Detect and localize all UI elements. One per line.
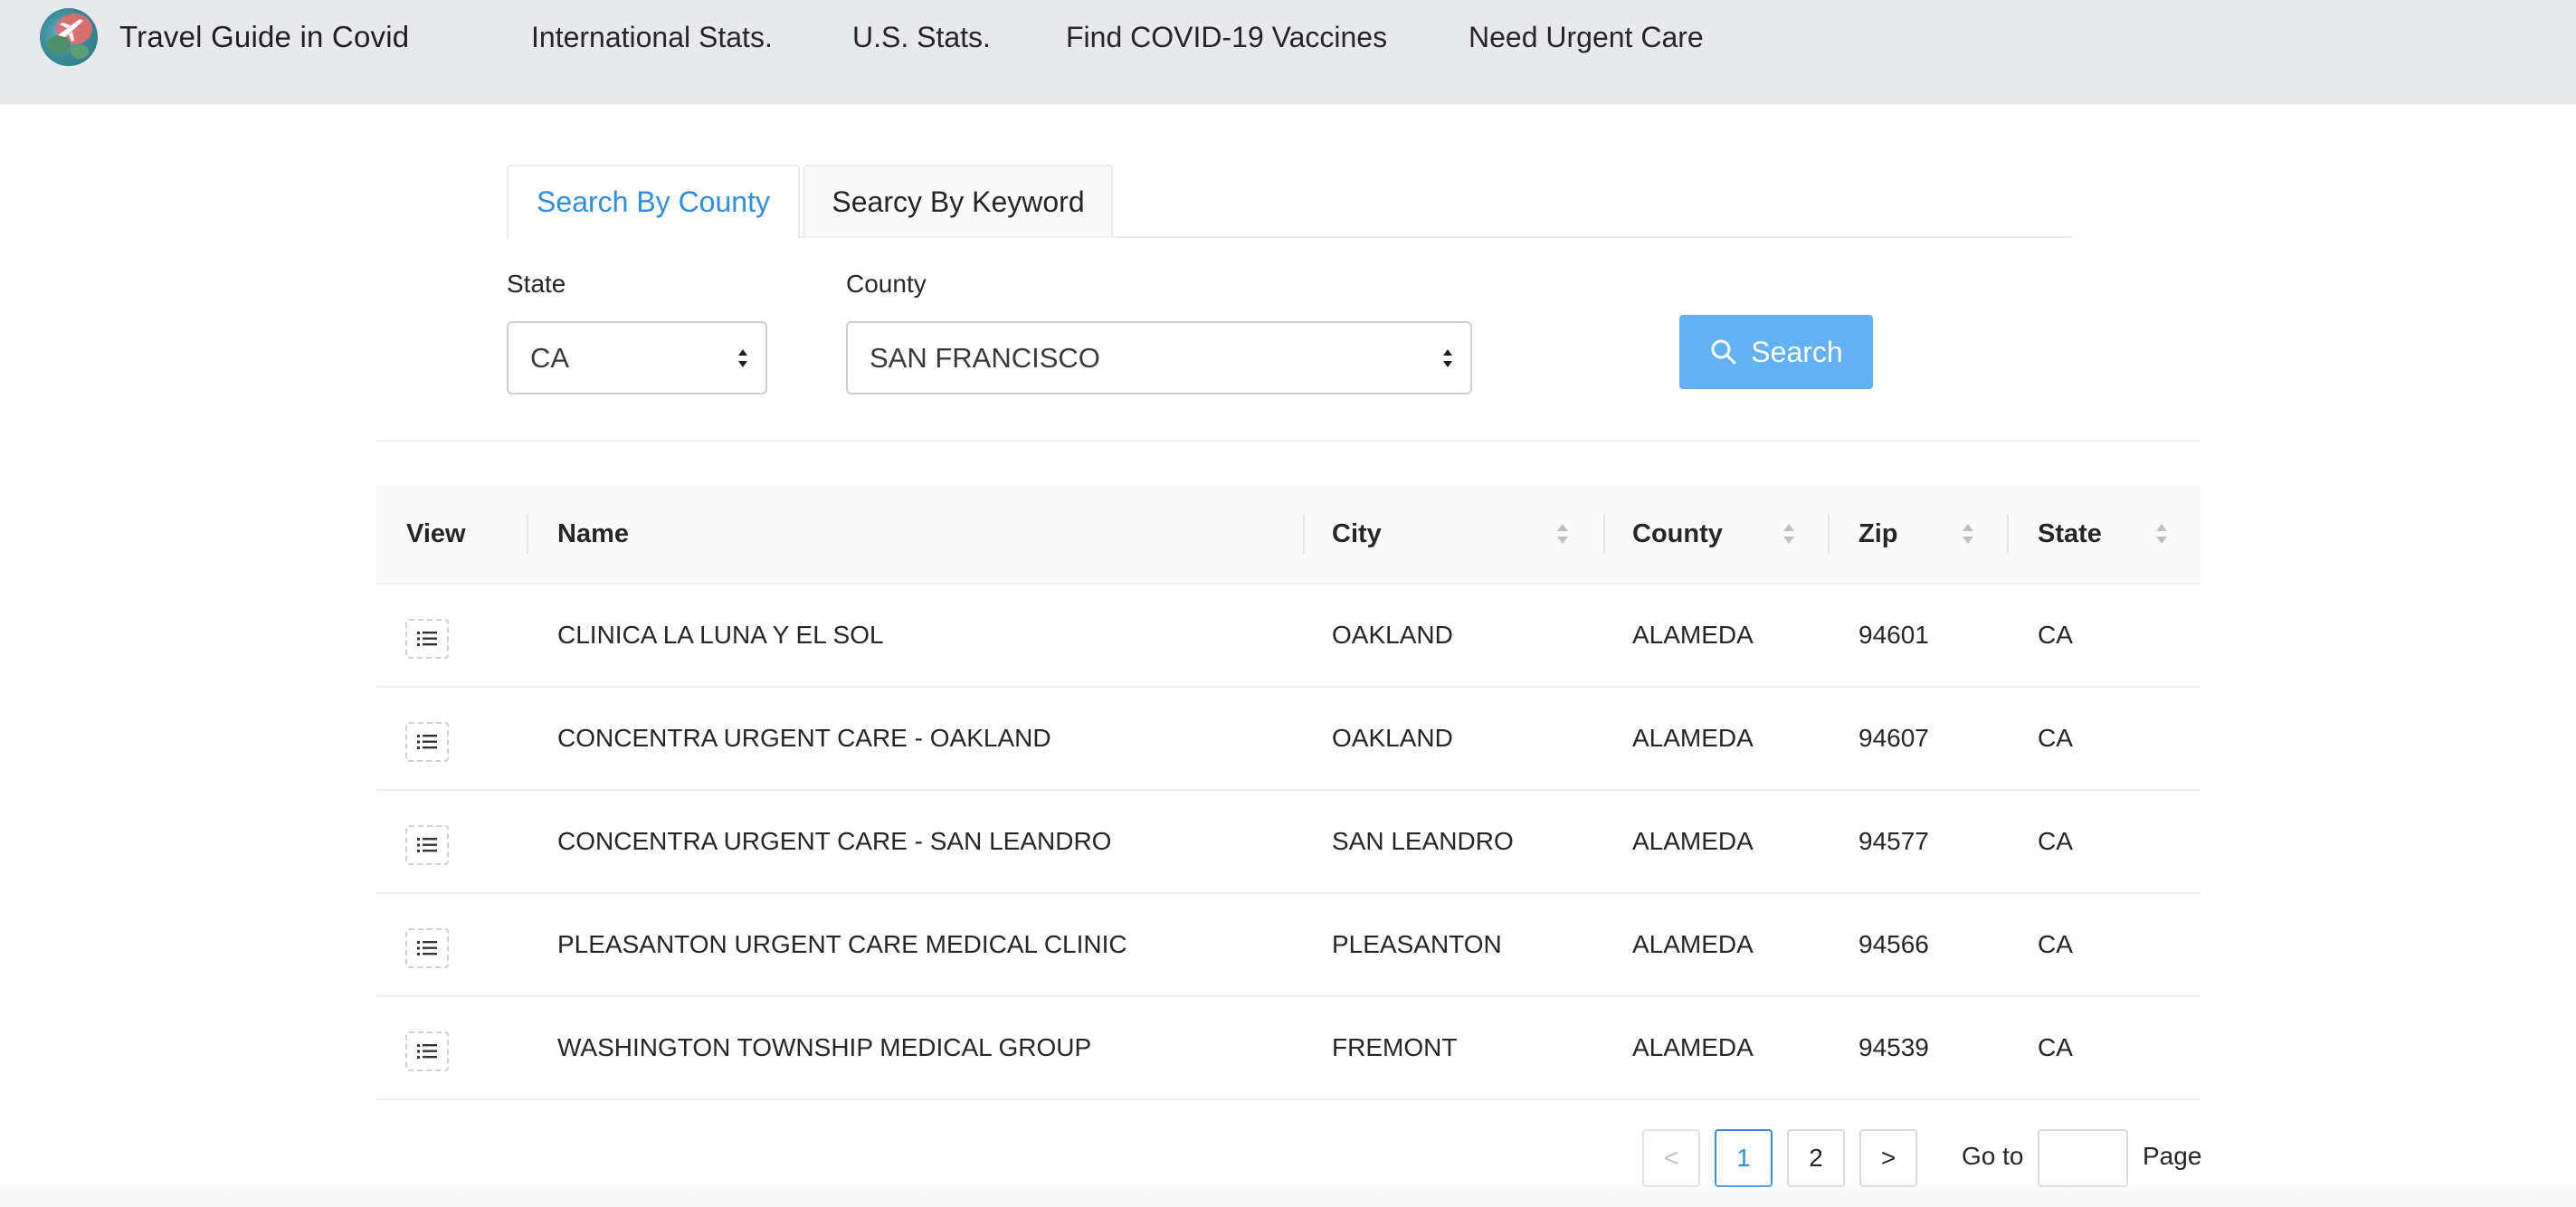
brand-title: Travel Guide in Covid (119, 20, 410, 53)
column-header-view: View (406, 519, 466, 548)
state-select[interactable]: CA (507, 321, 767, 394)
sort-icon[interactable] (1556, 521, 1569, 546)
cell-name: CONCENTRA URGENT CARE - SAN LEANDRO (557, 827, 1112, 855)
tab-search-by-keyword[interactable]: Searcy By Keyword (803, 165, 1113, 237)
top-navbar: Travel Guide in Covid International Stat… (0, 0, 2576, 104)
cell-zip: 94577 (1858, 827, 1929, 855)
section-divider (376, 440, 2201, 442)
column-header-city[interactable]: City (1332, 485, 1382, 583)
prev-page-button[interactable]: < (1642, 1129, 1700, 1187)
brand[interactable]: Travel Guide in Covid (40, 5, 409, 69)
state-select-value: CA (530, 342, 570, 374)
county-select[interactable]: SAN FRANCISCO (846, 321, 1472, 394)
list-icon[interactable] (405, 825, 449, 865)
sort-caret-icon (1443, 349, 1452, 367)
sort-icon[interactable] (2155, 521, 2168, 546)
cell-city: SAN LEANDRO (1332, 827, 1514, 855)
cell-state: CA (2038, 724, 2073, 752)
list-icon[interactable] (405, 619, 449, 659)
cell-name: PLEASANTON URGENT CARE MEDICAL CLINIC (557, 930, 1127, 958)
page-2-button[interactable]: 2 (1787, 1129, 1845, 1187)
page-label: Page (2143, 1142, 2202, 1170)
table-row: CONCENTRA URGENT CARE - OAKLAND OAKLAND … (376, 688, 2201, 791)
column-header-state[interactable]: State (2038, 485, 2102, 583)
column-header-name: Name (557, 519, 629, 548)
table-row: CLINICA LA LUNA Y EL SOL OAKLAND ALAMEDA… (376, 584, 2201, 688)
cell-zip: 94539 (1858, 1033, 1929, 1061)
county-select-value: SAN FRANCISCO (870, 342, 1100, 374)
table-header: View Name City County Zip State (376, 485, 2201, 584)
cell-name: CLINICA LA LUNA Y EL SOL (557, 621, 884, 649)
search-button-label: Search (1751, 335, 1843, 368)
column-header-zip[interactable]: Zip (1858, 485, 1898, 583)
cell-zip: 94566 (1858, 930, 1929, 958)
cell-county: ALAMEDA (1632, 621, 1754, 649)
cell-city: OAKLAND (1332, 724, 1453, 752)
table-row: WASHINGTON TOWNSHIP MEDICAL GROUP FREMON… (376, 997, 2201, 1100)
nav-find-vaccines[interactable]: Find COVID-19 Vaccines (1066, 16, 1387, 58)
nav-urgent-care[interactable]: Need Urgent Care (1469, 16, 1704, 58)
cell-county: ALAMEDA (1632, 724, 1754, 752)
sort-icon[interactable] (1782, 521, 1795, 546)
list-icon[interactable] (405, 722, 449, 762)
cell-city: OAKLAND (1332, 621, 1453, 649)
cell-county: ALAMEDA (1632, 827, 1754, 855)
cell-name: WASHINGTON TOWNSHIP MEDICAL GROUP (557, 1033, 1092, 1061)
sort-caret-icon (738, 349, 747, 367)
cell-county: ALAMEDA (1632, 1033, 1754, 1061)
goto-page-input[interactable] (2038, 1129, 2128, 1187)
nav-us-stats[interactable]: U.S. Stats. (852, 16, 991, 58)
tab-search-by-county[interactable]: Search By County (507, 165, 800, 239)
cell-name: CONCENTRA URGENT CARE - OAKLAND (557, 724, 1051, 752)
search-button[interactable]: Search (1679, 315, 1873, 389)
cell-state: CA (2038, 827, 2073, 855)
state-label: State (507, 270, 566, 298)
next-page-button[interactable]: > (1859, 1129, 1917, 1187)
list-icon[interactable] (405, 928, 449, 968)
cell-city: FREMONT (1332, 1033, 1458, 1061)
nav-international-stats[interactable]: International Stats. (531, 16, 773, 58)
cell-state: CA (2038, 1033, 2073, 1061)
table-row: PLEASANTON URGENT CARE MEDICAL CLINIC PL… (376, 894, 2201, 997)
cell-state: CA (2038, 621, 2073, 649)
search-icon (1711, 339, 1736, 365)
globe-airplane-logo (40, 8, 98, 66)
goto-label: Go to (1962, 1142, 2024, 1170)
sort-icon[interactable] (1962, 521, 1974, 546)
column-header-county[interactable]: County (1632, 485, 1723, 583)
cell-zip: 94607 (1858, 724, 1929, 752)
bottom-shadow (0, 1176, 2576, 1207)
table-row: CONCENTRA URGENT CARE - SAN LEANDRO SAN … (376, 791, 2201, 894)
cell-state: CA (2038, 930, 2073, 958)
cell-zip: 94601 (1858, 621, 1929, 649)
cell-county: ALAMEDA (1632, 930, 1754, 958)
list-icon[interactable] (405, 1031, 449, 1071)
page-1-button[interactable]: 1 (1715, 1129, 1773, 1187)
cell-city: PLEASANTON (1332, 930, 1502, 958)
county-label: County (846, 270, 927, 298)
